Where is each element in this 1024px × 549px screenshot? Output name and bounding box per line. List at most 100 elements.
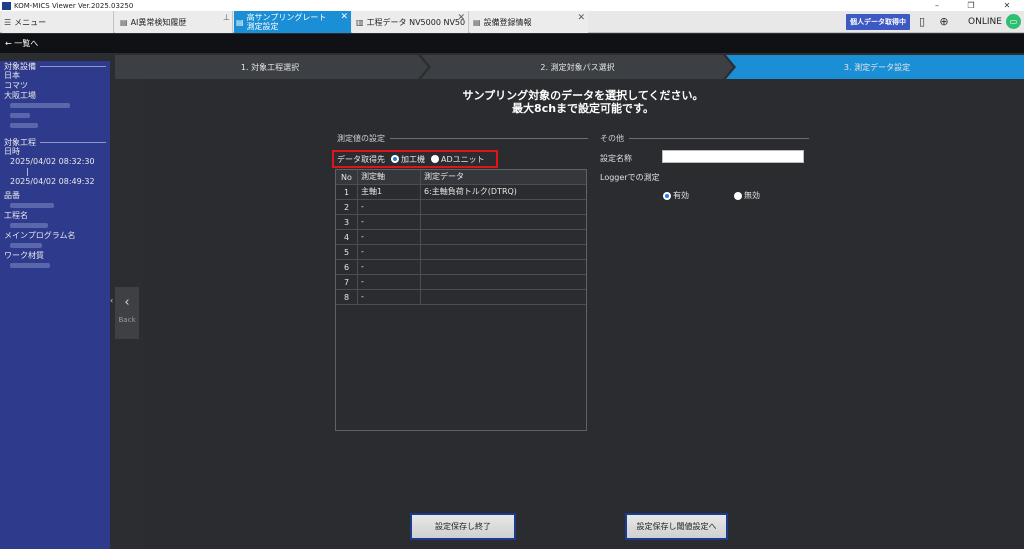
sidebar-section-process: 対象工程 [4,137,106,147]
document-icon: ▤ [473,17,481,27]
table-row[interactable]: 3- [336,215,586,230]
data-source-selector: データ取得先 加工機 ADユニット [332,150,498,168]
tab-equipment-info[interactable]: ▤ 設備登録情報 ✕ [470,11,588,33]
target-equipment-label: 対象設備 [4,61,36,71]
step-1-label: 1. 対象工程選択 [240,62,300,72]
table-row[interactable]: 5- [336,245,586,260]
back-to-list-link[interactable]: ← 一覧へ [5,38,38,49]
radio-logger-disabled-label[interactable]: 無効 [744,190,760,201]
tab-equipment-label: 設備登録情報 [483,17,532,27]
table-row[interactable]: 1 主軸1 6:主軸負荷トルク(DTRQ) [336,185,586,200]
personal-data-button[interactable]: 個人データ取得中 [846,14,910,30]
tab-bar: ☰ メニュー ▤ AI異常検知履歴 ⊥ ▤ 高サンプリングレート 測定設定 ✕ … [0,11,1024,33]
online-monitor-icon[interactable]: ▭ [1006,14,1021,29]
radio-machine[interactable] [391,155,399,163]
tab-menu[interactable]: ☰ メニュー [2,11,114,33]
table-header-row: No 測定軸 測定データ [336,170,586,185]
divider [40,65,106,67]
setting-name-label: 設定名称 [600,154,632,163]
step-2-label: 2. 測定対象パス選択 [540,62,615,72]
col-axis-header: 測定軸 [357,170,420,184]
nav-bar: ← 一覧へ [0,34,1024,53]
row-axis: - [357,245,420,259]
window-title: KOM-MICS Viewer Ver.2025.03250 [14,1,134,10]
row-data [420,245,586,259]
equipment-country: 日本 [4,71,20,80]
radio-ad-unit[interactable] [431,155,439,163]
col-data-header: 測定データ [420,170,586,184]
save-and-exit-button[interactable]: 設定保存し終了 [410,513,516,540]
datetime-label: 日時 [4,147,20,156]
main-program-label: メインプログラム名 [4,231,76,240]
radio-logger-enabled-label[interactable]: 有効 [673,190,689,201]
tab-active-label-line2: 測定設定 [246,22,279,31]
target-process-label: 対象工程 [4,137,36,147]
back-label: Back [118,316,136,324]
row-data [420,230,586,244]
other-section-label: その他 [600,134,624,143]
table-row[interactable]: 8- [336,290,586,305]
col-no-header: No [341,172,352,182]
close-tab-icon[interactable]: ✕ [577,13,585,23]
manual-book-icon[interactable]: ▯ [914,14,930,30]
close-window-button[interactable]: ✕ [994,0,1020,11]
pin-icon[interactable]: ⊥ [223,13,230,22]
save-and-threshold-button[interactable]: 設定保存し閾値設定へ [625,513,728,540]
radio-logger-enabled[interactable] [663,191,671,200]
logger-enabled-option[interactable]: 有効 [663,190,689,201]
other-section-legend: その他 [600,133,809,144]
close-tab-icon[interactable]: ✕ [340,13,348,22]
range-separator: | [26,167,29,176]
table-row[interactable]: 7- [336,275,586,290]
table-row[interactable]: 4- [336,230,586,245]
row-no: 4 [343,232,350,242]
page-heading: サンプリング対象のデータを選択してください。 最大8chまで設定可能です。 [143,89,1023,115]
row-data [420,215,586,229]
row-axis: - [357,275,420,289]
tab-menu-label: メニュー [14,17,47,27]
row-data [420,275,586,289]
divider [390,138,588,139]
row-axis: - [357,230,420,244]
tab-high-sampling-settings[interactable]: ▤ 高サンプリングレート 測定設定 ✕ [234,11,351,33]
row-no: 6 [343,262,350,272]
row-data [420,260,586,274]
setting-name-input[interactable] [662,150,804,163]
radio-machine-label[interactable]: 加工機 [401,154,425,165]
blurred-value [4,121,106,131]
tab-ai-label: AI異常検知履歴 [130,17,187,27]
row-no: 2 [343,202,350,212]
measure-section-label: 測定値の設定 [337,134,385,143]
minimize-button[interactable]: – [924,0,950,11]
table-row[interactable]: 2- [336,200,586,215]
divider [629,138,809,139]
blurred-value [4,241,106,251]
row-data [420,200,586,214]
process-name-label: 工程名 [4,211,28,220]
document-icon: ▤ [120,17,128,27]
tab-process-data[interactable]: ▥ 工程データ NV5000 NV50 ✕ [352,11,469,33]
row-no: 7 [343,277,350,287]
tab-ai-anomaly-history[interactable]: ▤ AI異常検知履歴 ⊥ [115,11,233,33]
radio-logger-disabled[interactable] [734,191,742,200]
measurement-table: No 測定軸 測定データ 1 主軸1 6:主軸負荷トルク(DTRQ) 2- 3- 4… [335,169,587,431]
wizard-steps: 1. 対象工程選択 2. 測定対象パス選択 3. 測定データ設定 [115,55,1024,79]
row-axis: - [357,290,420,304]
device-sync-icon[interactable]: ⊕ [936,14,952,30]
table-row[interactable]: 6- [336,260,586,275]
row-axis: 主軸1 [357,185,420,199]
close-tab-icon[interactable]: ✕ [457,13,465,23]
sidebar-section-equipment: 対象設備 [4,61,106,71]
step-3-label: 3. 測定データ設定 [843,62,911,72]
equipment-plant: 大阪工場 [4,91,36,100]
blurred-value [4,111,106,121]
divider [40,141,106,143]
logger-disabled-option[interactable]: 無効 [734,190,760,201]
back-button[interactable]: ‹ Back [115,287,139,339]
maximize-button[interactable]: ❐ [958,0,984,11]
row-axis: - [357,260,420,274]
radio-ad-unit-label[interactable]: ADユニット [441,154,485,165]
tab-active-label-line1: 高サンプリングレート [246,13,327,22]
blurred-value [4,201,106,211]
measure-section-legend: 測定値の設定 [337,133,588,144]
